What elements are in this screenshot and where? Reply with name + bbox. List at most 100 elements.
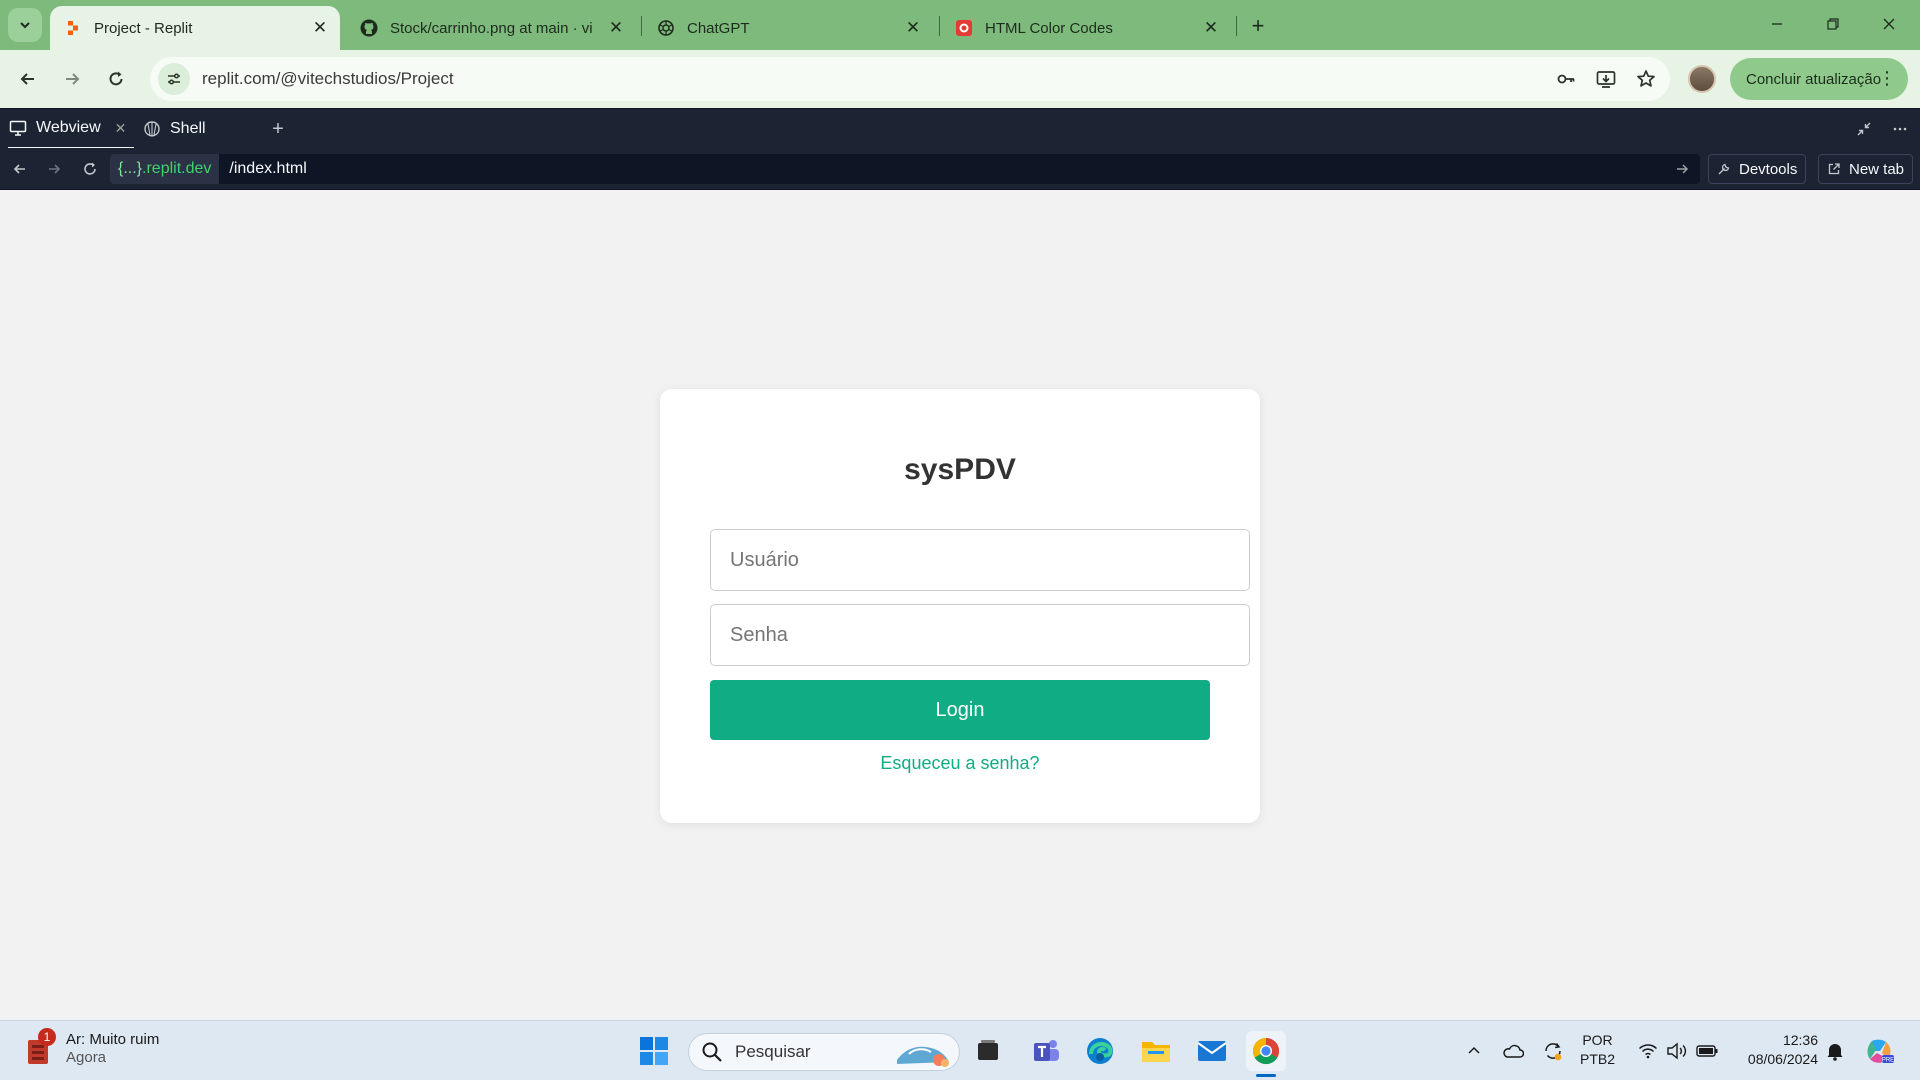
- tab-search-button[interactable]: [8, 8, 42, 42]
- clock-time: 12:36: [1782, 1032, 1818, 1048]
- chrome-icon: [1252, 1037, 1280, 1065]
- collapse-icon[interactable]: [1852, 117, 1876, 141]
- github-favicon-icon: [360, 19, 378, 37]
- webview-back-button[interactable]: [8, 157, 32, 181]
- browser-tab-strip: Project - Replit ✕ Stock/carrinho.png at…: [0, 0, 1920, 50]
- external-link-icon: [1827, 162, 1841, 176]
- search-highlight-icon: [897, 1046, 949, 1067]
- volume-icon[interactable]: [1664, 1035, 1690, 1067]
- weather-subtitle: Agora: [66, 1049, 107, 1066]
- restore-window-button[interactable]: [1810, 8, 1856, 40]
- input-language-indicator[interactable]: POR PTB2: [1580, 1031, 1615, 1069]
- html-color-codes-favicon-icon: [955, 19, 973, 37]
- wifi-icon[interactable]: [1636, 1035, 1660, 1067]
- webview-forward-button[interactable]: [42, 157, 66, 181]
- install-app-icon[interactable]: [1590, 63, 1622, 95]
- browser-toolbar: replit.com/@vitechstudios/Project Conclu…: [0, 50, 1920, 108]
- edge-button[interactable]: [1080, 1031, 1120, 1071]
- reload-button[interactable]: [100, 63, 132, 95]
- arrow-left-icon: [13, 164, 25, 174]
- copilot-icon[interactable]: PRE: [1862, 1035, 1896, 1067]
- shell-icon: [142, 119, 162, 139]
- browser-tab-html-color-codes[interactable]: HTML Color Codes ✕: [941, 6, 1231, 50]
- mail-icon: [1197, 1041, 1227, 1061]
- search-icon: [702, 1042, 722, 1062]
- close-tab-icon[interactable]: ✕: [1199, 16, 1223, 40]
- restore-icon: [1827, 18, 1839, 30]
- site-info-icon[interactable]: [158, 63, 190, 95]
- weather-title: Ar: Muito ruim: [66, 1031, 160, 1048]
- chrome-button[interactable]: [1246, 1031, 1286, 1077]
- weather-widget[interactable]: 1 Ar: Muito ruim Agora: [24, 1028, 160, 1067]
- open-new-tab-button[interactable]: New tab: [1818, 154, 1914, 184]
- task-view-icon: [978, 1040, 998, 1060]
- taskbar-search[interactable]: Pesquisar: [688, 1033, 960, 1071]
- webview-reload-button[interactable]: [78, 157, 102, 181]
- start-button[interactable]: [634, 1031, 674, 1071]
- replit-pane-tabs: Webview ✕ Shell +: [0, 108, 1920, 149]
- login-button[interactable]: Login: [710, 680, 1210, 740]
- close-icon: [1883, 18, 1895, 30]
- minimize-window-button[interactable]: [1754, 8, 1800, 40]
- file-explorer-button[interactable]: [1136, 1031, 1176, 1071]
- forward-button[interactable]: [56, 63, 88, 95]
- webview-domain: {...} .replit.dev: [110, 154, 220, 184]
- mail-button[interactable]: [1192, 1031, 1232, 1071]
- notification-bell-icon[interactable]: [1824, 1035, 1846, 1067]
- tab-shell[interactable]: Shell: [142, 109, 206, 149]
- tab-title: Stock/carrinho.png at main · vi: [390, 19, 593, 37]
- show-hidden-icons-button[interactable]: [1462, 1035, 1486, 1067]
- browser-tab-replit[interactable]: Project - Replit ✕: [50, 6, 340, 50]
- teams-button[interactable]: [1026, 1031, 1066, 1071]
- browser-tab-github[interactable]: Stock/carrinho.png at main · vi ✕: [346, 6, 636, 50]
- profile-avatar[interactable]: [1688, 65, 1716, 93]
- back-button[interactable]: [12, 63, 44, 95]
- arrow-right-icon: [66, 73, 80, 85]
- address-url[interactable]: replit.com/@vitechstudios/Project: [202, 69, 1550, 89]
- domain-hash: {...}: [118, 160, 143, 177]
- svg-text:PRE: PRE: [1882, 1058, 1894, 1064]
- language-code: POR: [1582, 1032, 1613, 1048]
- arrow-right-icon[interactable]: [1670, 157, 1694, 181]
- close-tab-icon[interactable]: ✕: [901, 16, 925, 40]
- replit-webview-urlbar: {...} .replit.dev /index.html Devtools Ne…: [0, 148, 1920, 190]
- password-input[interactable]: [710, 604, 1250, 666]
- close-tab-icon[interactable]: ✕: [308, 16, 332, 40]
- browser-tab-chatgpt[interactable]: ChatGPT ✕: [643, 6, 933, 50]
- new-tab-button[interactable]: +: [1244, 12, 1272, 40]
- username-input[interactable]: [710, 529, 1250, 591]
- update-label: Concluir atualização: [1746, 70, 1882, 88]
- more-menu-icon[interactable]: ⋮: [1878, 68, 1896, 88]
- more-options-icon[interactable]: [1888, 117, 1912, 141]
- address-bar[interactable]: replit.com/@vitechstudios/Project: [150, 57, 1670, 101]
- task-view-button[interactable]: [968, 1031, 1008, 1071]
- battery-icon[interactable]: [1694, 1035, 1720, 1067]
- tab-title: Project - Replit: [94, 19, 193, 37]
- windows-taskbar: 1 Ar: Muito ruim Agora Pesquisar POR PTB…: [0, 1020, 1920, 1080]
- devtools-button[interactable]: Devtools: [1708, 154, 1807, 184]
- sync-icon[interactable]: [1540, 1035, 1566, 1067]
- tab-separator: [1236, 16, 1237, 36]
- clock-date: 08/06/2024: [1747, 1051, 1818, 1067]
- devtools-label: Devtools: [1739, 160, 1798, 178]
- notification-badge: 1: [38, 1028, 56, 1046]
- webview-url-input[interactable]: {...} .replit.dev /index.html: [110, 154, 1700, 184]
- webview-content: sysPDV Login Esqueceu a senha?: [0, 190, 1920, 1020]
- bookmark-star-icon[interactable]: [1630, 63, 1662, 95]
- tab-label: Webview: [36, 119, 101, 136]
- update-chrome-button[interactable]: Concluir atualização ⋮: [1730, 58, 1908, 100]
- close-window-button[interactable]: [1866, 8, 1912, 40]
- password-key-icon[interactable]: [1550, 63, 1582, 95]
- tab-webview[interactable]: Webview ✕: [8, 109, 135, 149]
- system-clock[interactable]: 12:36 08/06/2024: [1736, 1031, 1818, 1069]
- domain-suffix: .replit.dev: [142, 160, 212, 177]
- add-pane-tab-button[interactable]: +: [266, 117, 290, 141]
- arrow-left-icon: [20, 73, 34, 85]
- replit-favicon-icon: [64, 19, 82, 37]
- search-placeholder: Pesquisar: [735, 1042, 811, 1061]
- onedrive-icon[interactable]: [1500, 1035, 1526, 1067]
- forgot-password-link[interactable]: Esqueceu a senha?: [660, 753, 1260, 774]
- close-icon[interactable]: ✕: [115, 120, 127, 137]
- webview-path[interactable]: /index.html: [229, 160, 1670, 178]
- close-tab-icon[interactable]: ✕: [604, 16, 628, 40]
